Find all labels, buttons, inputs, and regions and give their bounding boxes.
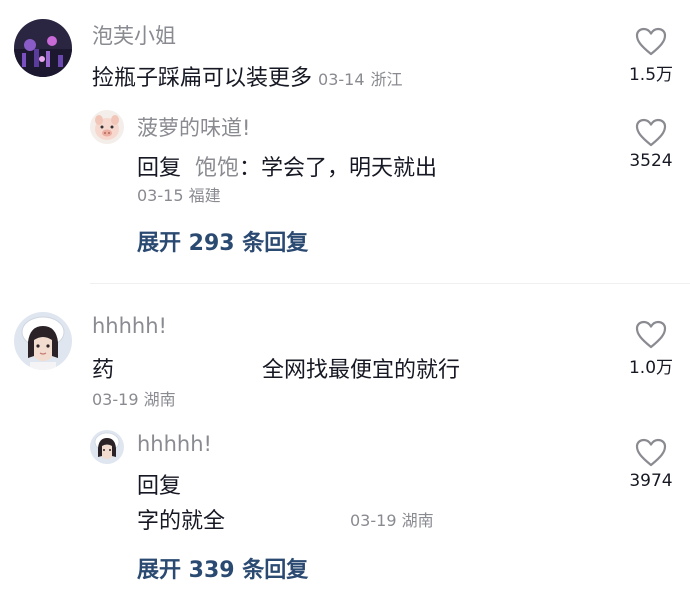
reply-body: ：学会了，明天就出 [239,156,438,181]
reply-date: 03-19 [350,511,397,530]
redacted-overlay [482,150,582,180]
comment-location: 浙江 [370,70,403,89]
heart-outline-icon [635,320,667,349]
reply-target-user[interactable]: 饱饱 [195,156,239,181]
like-button[interactable]: 1.0万 [616,320,686,378]
reply-meta: 03-15 福建 [137,182,221,206]
avatar[interactable] [90,110,124,144]
comment-date: 03-19 [92,390,139,409]
expand-replies-button[interactable]: 展开 339 条回复 [137,552,308,584]
redacted-overlay [190,464,590,498]
like-count: 3974 [629,471,673,491]
like-button[interactable]: 1.5万 [616,27,686,85]
reply-text-line1: 回复 [137,468,181,500]
reply-date: 03-15 [137,186,184,205]
comment-text: 捡瓶子踩扁可以装更多 03-14 浙江 [92,60,403,92]
divider [90,283,690,284]
like-count: 1.5万 [628,65,674,85]
like-button[interactable]: 3524 [616,118,686,171]
avatar[interactable] [14,19,72,77]
reply-author[interactable]: hhhhh! [137,432,212,456]
heart-outline-icon [635,27,667,56]
reply-text: 回复 饱饱：学会了，明天就出 [137,150,437,182]
comment-body-start: 药 [92,358,115,383]
expand-replies-button[interactable]: 展开 293 条回复 [137,225,308,257]
heart-outline-icon [635,118,667,147]
avatar[interactable] [14,312,72,370]
comment-body: 捡瓶子踩扁可以装更多 [92,66,313,91]
reply-prefix: 回复 [137,156,182,181]
comment-author[interactable]: 泡芙小姐 [92,20,176,50]
comment-author[interactable]: hhhhh! [92,314,167,338]
avatar-girl-image [90,430,124,464]
comment-location: 湖南 [143,390,176,409]
reply-meta: 03-19 湖南 [350,507,434,531]
avatar[interactable] [90,430,124,464]
reply-location: 湖南 [401,511,434,530]
avatar-girl-image [14,312,72,370]
redacted-overlay [114,359,263,383]
avatar-pig-image [90,110,124,144]
comment-text: 药 全网找最便宜的就行 [92,352,460,384]
comment-date: 03-14 [318,70,365,89]
reply-prefix: 回复 [137,474,182,499]
like-count: 1.0万 [628,358,674,378]
reply-author[interactable]: 菠萝的味道! [137,112,250,142]
reply-text-line2: 字的就全 [137,503,225,535]
reply-body: 字的就全 [137,509,226,534]
reply-location: 福建 [188,186,221,205]
avatar-city-night-image [14,19,72,77]
comment-body-end: 全网找最便宜的就行 [262,358,461,383]
comment-meta: 03-19 湖南 [92,386,176,410]
like-button[interactable]: 3974 [616,438,686,491]
heart-outline-icon [635,438,667,467]
redacted-overlay [225,500,350,532]
like-count: 3524 [629,151,673,171]
